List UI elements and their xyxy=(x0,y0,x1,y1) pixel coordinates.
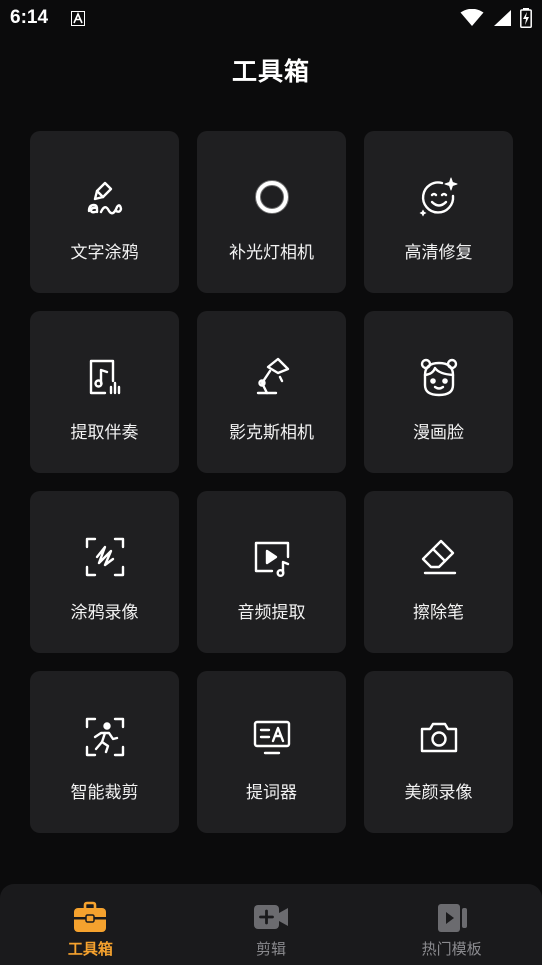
doodle-record-icon xyxy=(83,535,127,579)
tool-beauty-record[interactable]: 美颜录像 xyxy=(364,671,513,833)
tool-label: 美颜录像 xyxy=(404,783,473,803)
tool-audio-extract[interactable]: 音频提取 xyxy=(197,491,346,653)
status-time: 6:14 xyxy=(10,7,49,28)
face-sparkle-icon xyxy=(417,175,461,219)
tool-label: 文字涂鸦 xyxy=(70,243,139,263)
signal-icon xyxy=(494,10,511,26)
nav-label: 热门模板 xyxy=(421,940,482,958)
cartoon-face-icon xyxy=(417,355,461,399)
tool-label: 高清修复 xyxy=(404,243,473,263)
tool-doodle-record[interactable]: 涂鸦录像 xyxy=(30,491,179,653)
tool-eraser[interactable]: 擦除笔 xyxy=(364,491,513,653)
tool-ring-light-camera[interactable]: 补光灯相机 xyxy=(197,131,346,293)
tool-cartoon-face[interactable]: 漫画脸 xyxy=(364,311,513,473)
nav-label: 剪辑 xyxy=(256,940,287,958)
desk-lamp-icon xyxy=(250,355,294,399)
tool-label: 补光灯相机 xyxy=(229,243,314,263)
tool-extract-accompaniment[interactable]: 提取伴奏 xyxy=(30,311,179,473)
nav-toolbox[interactable]: 工具箱 xyxy=(0,884,181,965)
video-add-icon xyxy=(253,900,289,934)
tool-grid: 文字涂鸦 补光灯相机 高清修复 提取伴奏 影克斯相机 漫画脸 涂鸦录像 音频提取… xyxy=(30,131,513,833)
ring-light-icon xyxy=(250,175,294,219)
page-title: 工具箱 xyxy=(231,57,310,86)
tool-label: 擦除笔 xyxy=(413,603,464,623)
tool-hd-restore[interactable]: 高清修复 xyxy=(364,131,513,293)
bottom-nav: 工具箱 剪辑 热门模板 xyxy=(0,884,542,965)
eraser-icon xyxy=(417,535,461,579)
tool-label: 智能裁剪 xyxy=(70,783,139,803)
tool-label: 提词器 xyxy=(246,783,297,803)
tool-lamp-camera[interactable]: 影克斯相机 xyxy=(197,311,346,473)
tool-label: 影克斯相机 xyxy=(229,423,314,443)
tool-smart-cut[interactable]: 智能裁剪 xyxy=(30,671,179,833)
camera-icon xyxy=(417,715,461,759)
battery-icon xyxy=(520,8,532,28)
video-music-icon xyxy=(250,535,294,579)
nav-hot-templates[interactable]: 热门模板 xyxy=(361,884,542,965)
toolbox-icon xyxy=(72,900,108,934)
smart-cut-icon xyxy=(83,715,127,759)
nav-edit[interactable]: 剪辑 xyxy=(181,884,362,965)
tool-label: 音频提取 xyxy=(237,603,306,623)
wifi-icon xyxy=(460,9,484,26)
tool-label: 提取伴奏 xyxy=(70,423,139,443)
status-icons xyxy=(460,8,532,28)
template-icon xyxy=(434,900,470,934)
tool-text-doodle[interactable]: 文字涂鸦 xyxy=(30,131,179,293)
tool-label: 漫画脸 xyxy=(413,423,464,443)
teleprompter-icon xyxy=(250,715,294,759)
music-extract-icon xyxy=(83,355,127,399)
status-bar: 6:14 xyxy=(0,0,542,36)
text-doodle-icon xyxy=(83,175,127,219)
nav-label: 工具箱 xyxy=(67,940,113,958)
notification-icon xyxy=(71,11,85,26)
tool-label: 涂鸦录像 xyxy=(70,603,139,623)
tool-teleprompter[interactable]: 提词器 xyxy=(197,671,346,833)
